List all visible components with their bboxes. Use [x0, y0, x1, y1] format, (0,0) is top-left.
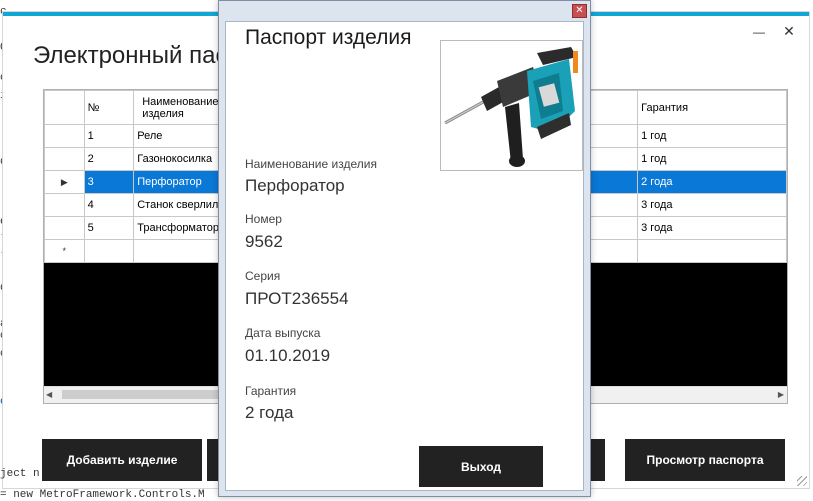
field-label-warranty: Гарантия	[245, 384, 297, 398]
field-value-product-name: Перфоратор	[245, 176, 345, 195]
cell-name[interactable]: Станок сверлил	[133, 193, 224, 217]
scroll-right-icon[interactable]: ▶	[778, 390, 784, 399]
cell-name[interactable]: Реле	[133, 124, 224, 148]
resize-grip[interactable]	[797, 476, 807, 486]
rotary-hammer-image	[441, 41, 582, 170]
add-product-button[interactable]: Добавить изделие	[42, 439, 202, 481]
current-row-arrow-icon[interactable]: ▶	[44, 170, 85, 194]
row-header[interactable]	[44, 193, 85, 217]
scroll-thumb[interactable]	[62, 390, 232, 399]
code-bottom-line: = new MetroFramework.Controls.M	[0, 489, 205, 501]
row-header[interactable]	[44, 124, 85, 148]
cell-warranty[interactable]: 1 год	[637, 124, 787, 148]
code-fragment-line: ject new Technolog()	[0, 468, 40, 480]
field-label-number: Номер	[245, 212, 282, 226]
cell-name[interactable]: Перфоратор	[133, 170, 224, 194]
dialog-close-button[interactable]: ✕	[572, 4, 587, 18]
column-header-number[interactable]: №	[83, 90, 135, 125]
exit-button[interactable]: Выход	[419, 446, 543, 487]
cell-warranty[interactable]: 2 года	[637, 170, 787, 194]
dialog-content: Паспорт изделия Наименование изделия Пер…	[225, 21, 584, 491]
cell-number[interactable]: 1	[83, 124, 135, 148]
cell-name[interactable]: Газонокосилка	[133, 147, 224, 171]
cell-number[interactable]: 2	[83, 147, 135, 171]
cell-number[interactable]: 4	[83, 193, 135, 217]
new-row-asterisk-icon[interactable]: *	[44, 239, 85, 263]
window-title: Электронный пас	[33, 42, 228, 69]
row-header[interactable]	[44, 147, 85, 171]
cell-number[interactable]: 3	[83, 170, 135, 194]
minimize-button[interactable]: —	[751, 24, 767, 40]
cell-number[interactable]	[83, 239, 135, 263]
hidden-button[interactable]	[591, 439, 605, 481]
dialog-title: Паспорт изделия	[245, 26, 412, 49]
cell-name[interactable]	[133, 239, 224, 263]
cell-warranty[interactable]: 3 года	[637, 216, 787, 240]
passport-dialog: ✕ Паспорт изделия Наименование изделия П…	[218, 0, 591, 497]
cell-warranty[interactable]: 3 года	[637, 193, 787, 217]
column-header-name[interactable]: Наименование изделия	[133, 90, 224, 125]
cell-name[interactable]: Трансформатор	[133, 216, 224, 240]
field-label-series: Серия	[245, 269, 281, 283]
field-value-number: 9562	[245, 232, 283, 251]
product-photo	[440, 40, 583, 171]
grid-corner-cell	[44, 90, 85, 125]
cell-number[interactable]: 5	[83, 216, 135, 240]
scroll-left-icon[interactable]: ◀	[46, 390, 52, 399]
field-value-warranty: 2 года	[245, 403, 294, 422]
field-value-series: ПРОТ236554	[245, 289, 349, 308]
cell-warranty[interactable]	[637, 239, 787, 263]
view-passport-button[interactable]: Просмотр паспорта	[625, 439, 785, 481]
close-button[interactable]: ✕	[781, 23, 797, 39]
column-header-warranty[interactable]: Гарантия	[637, 90, 787, 125]
cell-warranty[interactable]: 1 год	[637, 147, 787, 171]
field-value-release-date: 01.10.2019	[245, 346, 331, 365]
field-label-product-name: Наименование изделия	[245, 157, 377, 171]
field-label-release-date: Дата выпуска	[245, 326, 321, 340]
row-header[interactable]	[44, 216, 85, 240]
